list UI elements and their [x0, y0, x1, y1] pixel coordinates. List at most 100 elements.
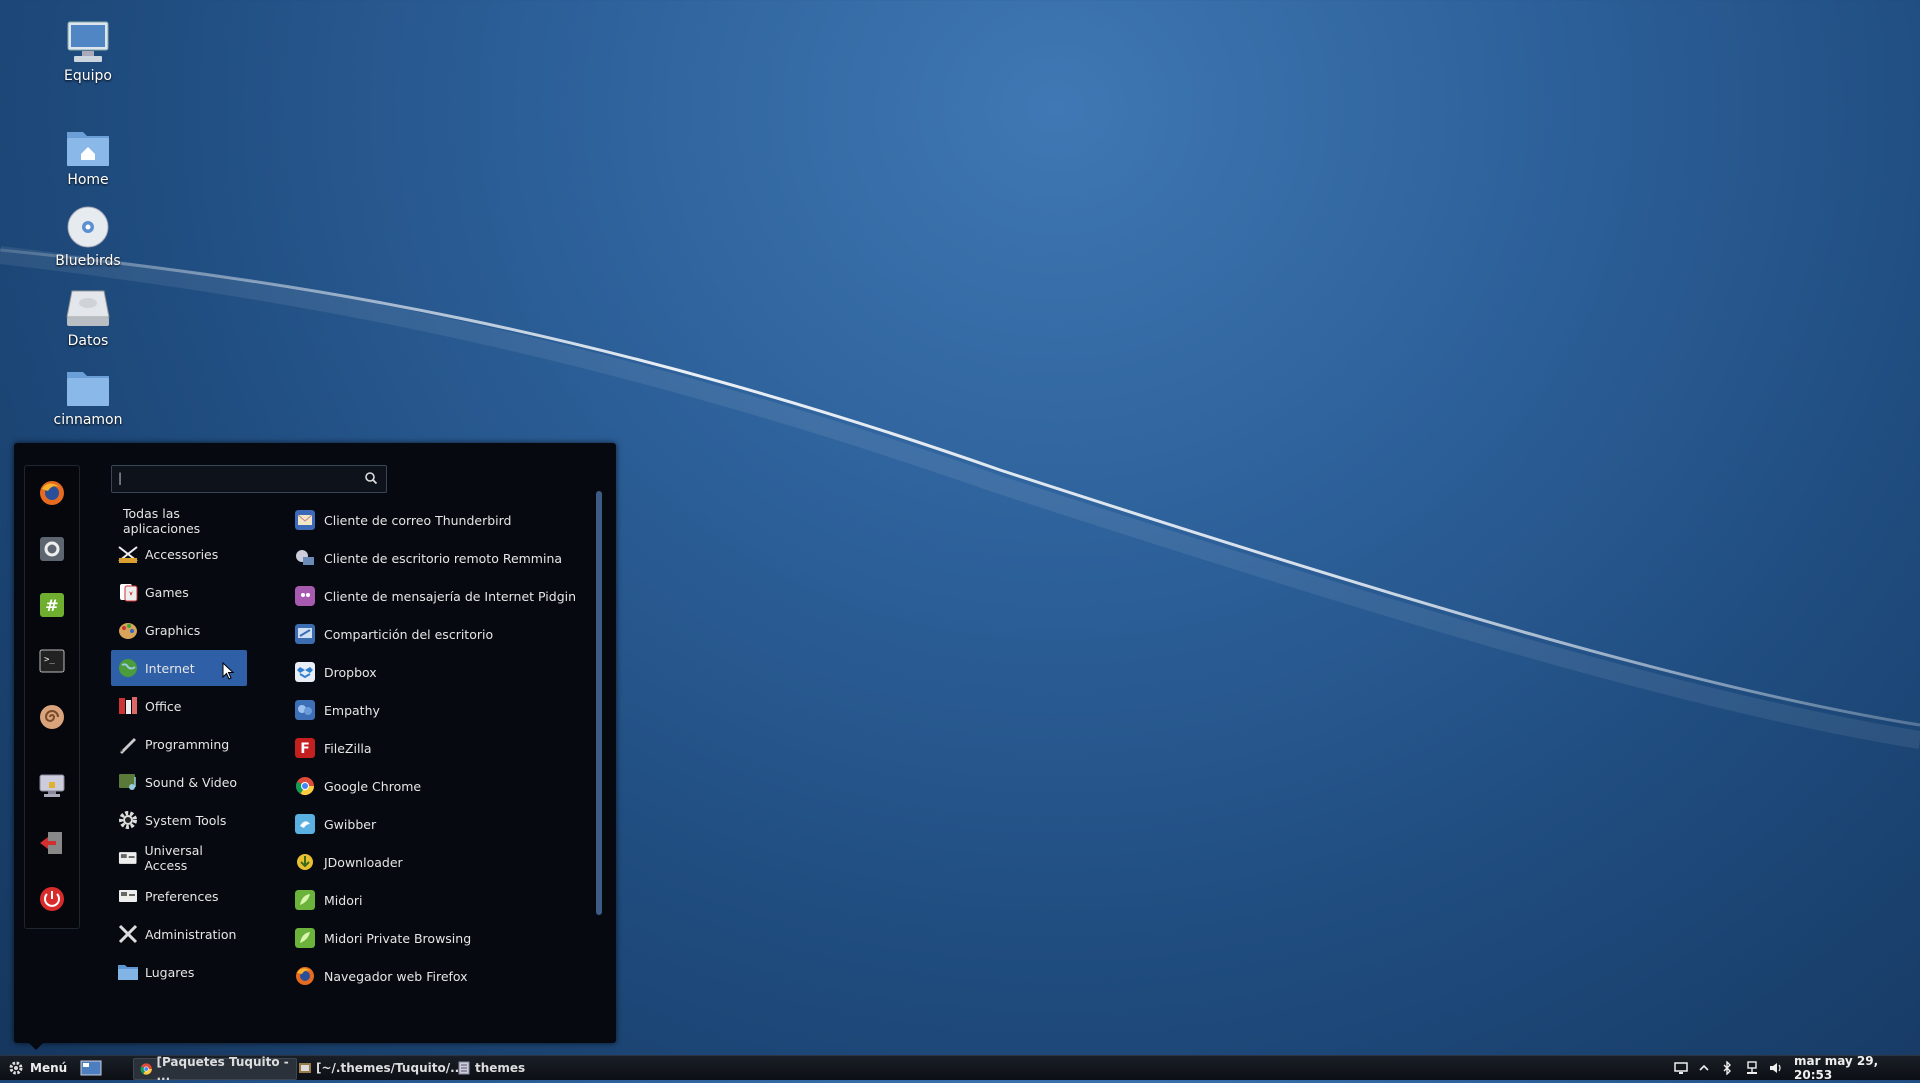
task-label: [~/.themes/Tuquito/... — [316, 1061, 464, 1075]
search-input[interactable] — [118, 469, 348, 487]
pidgin-icon — [295, 586, 315, 606]
favorite-shutdown[interactable] — [37, 884, 67, 914]
search-icon[interactable] — [364, 471, 378, 485]
category-office[interactable]: Office — [111, 688, 247, 724]
bluetooth-icon[interactable] — [1720, 1061, 1734, 1075]
favorite-terminal[interactable]: >_ — [37, 646, 67, 676]
app-remmina[interactable]: Cliente de escritorio remoto Remmina — [295, 542, 595, 574]
category-label: Todas las aplicaciones — [123, 506, 201, 536]
scrollbar-thumb[interactable] — [596, 491, 602, 915]
favorite-firefox[interactable] — [37, 478, 67, 508]
favorite-logout[interactable] — [37, 828, 67, 858]
app-midori-private[interactable]: Midori Private Browsing — [295, 922, 595, 954]
category-label: Games — [145, 584, 189, 600]
app-desktop-sharing[interactable]: Compartición del escritorio — [295, 618, 595, 650]
administration-tools-icon — [118, 924, 138, 944]
category-preferences[interactable]: Preferences — [111, 878, 247, 914]
task-themes-window[interactable]: themes — [451, 1058, 531, 1078]
sound-video-icon — [119, 774, 136, 790]
network-icon[interactable] — [1745, 1061, 1759, 1075]
category-label: Universal Access — [144, 843, 203, 873]
category-label: Internet — [145, 660, 195, 676]
task-label: themes — [475, 1061, 526, 1075]
office-icon — [119, 697, 137, 714]
lock-screen-icon — [39, 774, 65, 797]
file-manager-icon — [299, 1063, 311, 1073]
category-graphics[interactable]: Graphics — [111, 612, 247, 648]
logout-icon — [40, 832, 62, 854]
app-gwibber[interactable]: Gwibber — [295, 808, 595, 840]
app-label: Cliente de correo Thunderbird — [324, 512, 512, 528]
graphics-icon — [119, 623, 137, 639]
search-box[interactable] — [111, 465, 387, 493]
menu-pointer-arrow — [28, 1042, 44, 1050]
apps-scrollbar[interactable] — [596, 491, 602, 915]
category-programming[interactable]: Programming — [111, 726, 247, 762]
desktop-icon-cinnamon[interactable]: cinnamon — [28, 364, 148, 428]
svg-text:>_: >_ — [44, 655, 55, 665]
desktop-icon-label: Equipo — [64, 68, 112, 84]
app-thunderbird[interactable]: Cliente de correo Thunderbird — [295, 504, 595, 536]
app-label: Google Chrome — [324, 778, 422, 794]
app-dropbox[interactable]: Dropbox — [295, 656, 595, 688]
bottom-panel: Menú [Paquetes Tuquito - ... [~/.themes/… — [0, 1054, 1920, 1083]
jdownloader-icon — [297, 854, 313, 870]
folder-icon — [67, 372, 109, 406]
category-universal-access[interactable]: Universal Access — [111, 840, 247, 876]
menu-button-label: Menú — [30, 1061, 68, 1075]
volume-icon[interactable] — [1769, 1061, 1783, 1075]
favorite-hashtag[interactable]: # — [37, 590, 67, 620]
desktop-icon-datos[interactable]: Datos — [28, 285, 148, 349]
task-chrome-window[interactable]: [Paquetes Tuquito - ... — [133, 1055, 297, 1083]
svg-text:F: F — [300, 741, 310, 757]
clock[interactable]: mar may 29, 20:53 — [1794, 1054, 1920, 1082]
category-sound-video[interactable]: Sound & Video — [111, 764, 247, 800]
empathy-icon — [295, 700, 315, 720]
application-menu: # >_ Todas las aplicaciones Accessories … — [14, 443, 616, 1043]
desktop-icon-label: Datos — [67, 333, 109, 349]
app-label: Navegador web Firefox — [324, 968, 468, 984]
category-administration[interactable]: Administration — [111, 916, 247, 952]
app-jdownloader[interactable]: JDownloader — [295, 846, 595, 878]
app-label: Dropbox — [324, 664, 377, 680]
menu-button[interactable]: Menú — [8, 1056, 67, 1080]
favorite-spiral[interactable] — [37, 702, 67, 732]
firefox-icon — [296, 967, 314, 985]
app-midori[interactable]: Midori — [295, 884, 595, 916]
favorite-settings[interactable] — [37, 534, 67, 564]
app-empathy[interactable]: Empathy — [295, 694, 595, 726]
show-desktop-icon — [80, 1060, 102, 1076]
desktop-icon-bluebirds[interactable]: Bluebirds — [28, 205, 148, 269]
category-accessories[interactable]: Accessories — [111, 536, 247, 572]
category-all-applications[interactable]: Todas las aplicaciones — [123, 503, 259, 539]
app-label: Midori Private Browsing — [324, 930, 472, 946]
category-system-tools[interactable]: System Tools — [111, 802, 247, 838]
desktop-icon-home[interactable]: Home — [28, 124, 148, 188]
computer-icon — [67, 21, 109, 62]
app-firefox[interactable]: Navegador web Firefox — [295, 960, 595, 992]
firefox-icon — [40, 481, 64, 505]
app-pidgin[interactable]: Cliente de mensajería de Internet Pidgin — [295, 580, 595, 612]
favorite-lock-screen[interactable] — [37, 770, 67, 800]
desktop-icon-label: Bluebirds — [55, 253, 121, 269]
chrome-icon — [140, 1063, 152, 1075]
mouse-cursor-icon — [222, 662, 235, 680]
category-games[interactable]: Games — [111, 574, 247, 610]
terminal-icon: >_ — [39, 649, 65, 673]
app-google-chrome[interactable]: Google Chrome — [295, 770, 595, 802]
chevron-up-icon[interactable] — [1697, 1061, 1711, 1075]
games-icon — [120, 584, 138, 602]
category-label: Sound & Video — [145, 774, 238, 790]
display-icon[interactable] — [1674, 1061, 1688, 1075]
remmina-icon — [296, 550, 314, 565]
task-file-manager-window[interactable]: [~/.themes/Tuquito/... — [292, 1058, 470, 1078]
accessories-icon — [118, 546, 138, 563]
desktop-icon-equipo[interactable]: Equipo — [28, 20, 148, 84]
category-lugares[interactable]: Lugares — [111, 954, 247, 990]
app-label: Gwibber — [324, 816, 377, 832]
hashtag-app-icon: # — [40, 593, 64, 617]
desktop-icon-label: Home — [67, 172, 109, 188]
show-desktop-button[interactable] — [80, 1056, 102, 1080]
desktop-icon-label: cinnamon — [53, 412, 123, 428]
app-filezilla[interactable]: F FileZilla — [295, 732, 595, 764]
